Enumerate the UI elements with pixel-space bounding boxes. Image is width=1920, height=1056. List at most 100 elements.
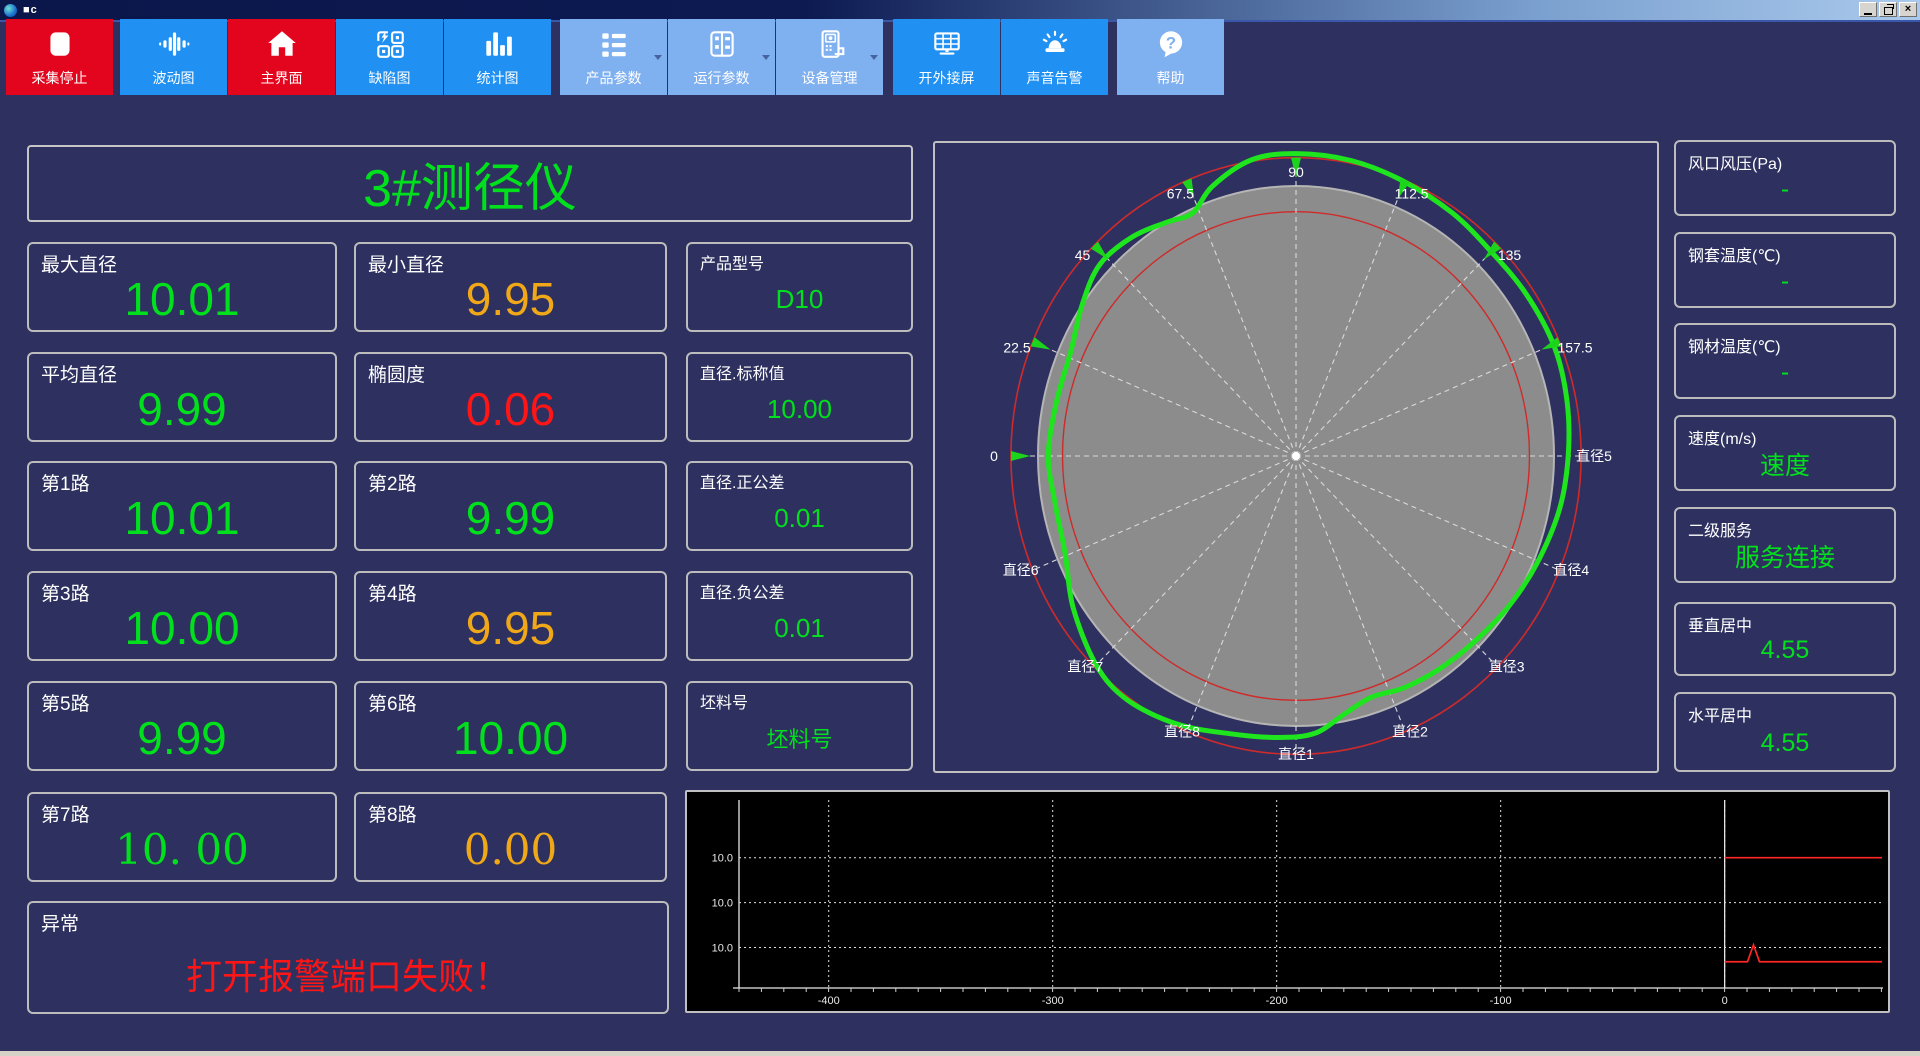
dropdown-arrow-icon xyxy=(762,55,770,60)
restore-button[interactable] xyxy=(1879,2,1897,17)
minimize-icon xyxy=(1864,12,1872,15)
card-label: 直径.负公差 xyxy=(700,585,785,602)
card-label: 直径.标称值 xyxy=(700,366,785,383)
toolbar-button-label: 统计图 xyxy=(476,69,519,86)
toolbar-button-wave-chart[interactable]: 波动图 xyxy=(120,19,227,95)
card-label: 产品型号 xyxy=(700,256,765,273)
card-value: 服务连接 xyxy=(1734,544,1835,572)
toolbar-button-product-params[interactable]: 产品参数 xyxy=(560,19,667,95)
card-value: 0.00 xyxy=(463,824,558,874)
svg-text:直径1: 直径1 xyxy=(1278,746,1314,762)
toolbar-button-sound-alarm[interactable]: 声音告警 xyxy=(1001,19,1108,95)
card-value: D10 xyxy=(775,283,824,314)
polar-profile-chart: 0 22.5 45 67.5 90 112.5 135 157.5 直径1 直径2 直径3 直径4 直径… xyxy=(990,151,1612,762)
card-value: 10.00 xyxy=(124,602,240,654)
trend-chart-panel: 10.0 10.0 10.0 -400 -300 -200 -100 0 xyxy=(685,790,1890,1013)
toolbar-button-stop-capture[interactable]: 采集停止 xyxy=(6,19,113,95)
toolbar-button-label: 采集停止 xyxy=(31,69,88,86)
toolbar-button-help[interactable]: ? 帮助 xyxy=(1117,19,1224,95)
home-icon xyxy=(267,30,296,56)
svg-text:67.5: 67.5 xyxy=(1167,186,1194,202)
run-params-icon xyxy=(709,30,734,57)
svg-text:-100: -100 xyxy=(1490,995,1512,1007)
card-product-model: 产品型号 D10 xyxy=(686,242,913,332)
card-value: 10.00 xyxy=(452,712,569,764)
window-controls: × xyxy=(1857,2,1917,17)
svg-text:-400: -400 xyxy=(818,995,840,1007)
toolbar-button-label: 帮助 xyxy=(1156,69,1185,86)
bar-chart-icon xyxy=(485,31,512,56)
card-value: 9.99 xyxy=(465,492,556,544)
card-value: 0.06 xyxy=(465,383,556,435)
svg-text:135: 135 xyxy=(1498,247,1522,263)
card-value: 0.01 xyxy=(774,612,825,643)
card-value: 9.95 xyxy=(465,273,556,325)
card-value: 坯料号 xyxy=(766,727,833,752)
svg-text:22.5: 22.5 xyxy=(1003,339,1030,355)
window-bottom-edge xyxy=(0,1051,1920,1056)
toolbar-button-label: 波动图 xyxy=(152,69,195,86)
card-label: 直径.正公差 xyxy=(700,475,785,492)
toolbar-button-label: 缺陷图 xyxy=(368,69,411,86)
card-path-4: 第4路 9.95 xyxy=(354,571,667,661)
card-value: 0.01 xyxy=(774,502,825,533)
svg-text:直径4: 直径4 xyxy=(1553,562,1589,578)
toolbar-button-label: 运行参数 xyxy=(693,69,750,86)
toolbar-button-device-manage[interactable]: 设备管理 xyxy=(776,19,883,95)
close-button[interactable]: × xyxy=(1899,2,1917,17)
close-icon: × xyxy=(1904,3,1912,15)
restore-icon xyxy=(1883,3,1894,15)
toolbar-button-label: 设备管理 xyxy=(801,69,858,86)
card-plus-tolerance: 直径.正公差 0.01 xyxy=(686,461,913,551)
svg-text:0: 0 xyxy=(1722,995,1728,1007)
card-value: 4.55 xyxy=(1760,728,1810,757)
svg-text:157.5: 157.5 xyxy=(1557,339,1592,355)
card-label: 坯料号 xyxy=(700,695,749,712)
card-value: 9.95 xyxy=(465,602,556,654)
svg-text:-300: -300 xyxy=(1042,995,1064,1007)
card-value: 速度 xyxy=(1759,452,1810,480)
card-value: 10.00 xyxy=(766,393,833,424)
card-ovality: 椭圆度 0.06 xyxy=(354,352,667,442)
toolbar-button-main-screen[interactable]: 主界面 xyxy=(228,19,335,95)
window-titlebar: ■c × xyxy=(0,0,1920,20)
card-path-5: 第5路 9.99 xyxy=(27,681,337,771)
card-exception: 异常 打开报警端口失败！ xyxy=(27,901,669,1014)
toolbar-button-label: 开外接屏 xyxy=(918,69,975,86)
card-sleeve-temperature: 钢套温度(℃) - xyxy=(1674,232,1896,308)
toolbar-button-statistics-chart[interactable]: 统计图 xyxy=(444,19,551,95)
toolbar-button-defect-map[interactable]: 缺陷图 xyxy=(336,19,443,95)
svg-text:10.0: 10.0 xyxy=(712,898,733,910)
svg-text:90: 90 xyxy=(1288,164,1304,180)
card-value: 4.55 xyxy=(1760,635,1810,664)
diameter-gauge-app: ■c × 采集停止 波动图 主界面 缺陷图 统计图 产品参数 运行参数 设备管理… xyxy=(0,0,1920,1056)
device-manage-icon xyxy=(821,29,844,58)
toolbar-button-external-screen[interactable]: 开外接屏 xyxy=(893,19,1000,95)
svg-text:45: 45 xyxy=(1075,247,1091,263)
svg-text:直径6: 直径6 xyxy=(1003,562,1039,578)
toolbar-button-run-params[interactable]: 运行参数 xyxy=(668,19,775,95)
card-avg-diameter: 平均直径 9.99 xyxy=(27,352,337,442)
card-speed: 速度(m/s) 速度 xyxy=(1674,415,1896,491)
card-l2-service: 二级服务 服务连接 xyxy=(1674,507,1896,583)
waveform-icon xyxy=(158,31,189,56)
card-path-8: 第8路 0.00 xyxy=(354,792,667,882)
card-value: 10.01 xyxy=(124,273,240,325)
svg-text:直径3: 直径3 xyxy=(1489,659,1525,675)
card-path-7: 第7路 10. 00 xyxy=(27,792,337,882)
card-path-6: 第6路 10.00 xyxy=(354,681,667,771)
svg-text:10.0: 10.0 xyxy=(712,853,733,865)
svg-text:直径7: 直径7 xyxy=(1067,659,1103,675)
card-value: 9.99 xyxy=(137,383,227,435)
external-screen-icon xyxy=(933,31,960,55)
svg-text:直径2: 直径2 xyxy=(1392,723,1428,739)
gauge-title: 3#测径仪 xyxy=(27,145,913,222)
card-value: - xyxy=(1780,357,1790,386)
svg-text:-200: -200 xyxy=(1266,995,1288,1007)
exception-message: 打开报警端口失败！ xyxy=(185,955,510,997)
svg-text:直径5: 直径5 xyxy=(1576,448,1612,464)
toolbar-button-label: 声音告警 xyxy=(1026,69,1083,86)
minimize-button[interactable] xyxy=(1859,2,1877,17)
card-value: 9.99 xyxy=(137,712,227,764)
card-value: 10. 00 xyxy=(115,824,249,874)
